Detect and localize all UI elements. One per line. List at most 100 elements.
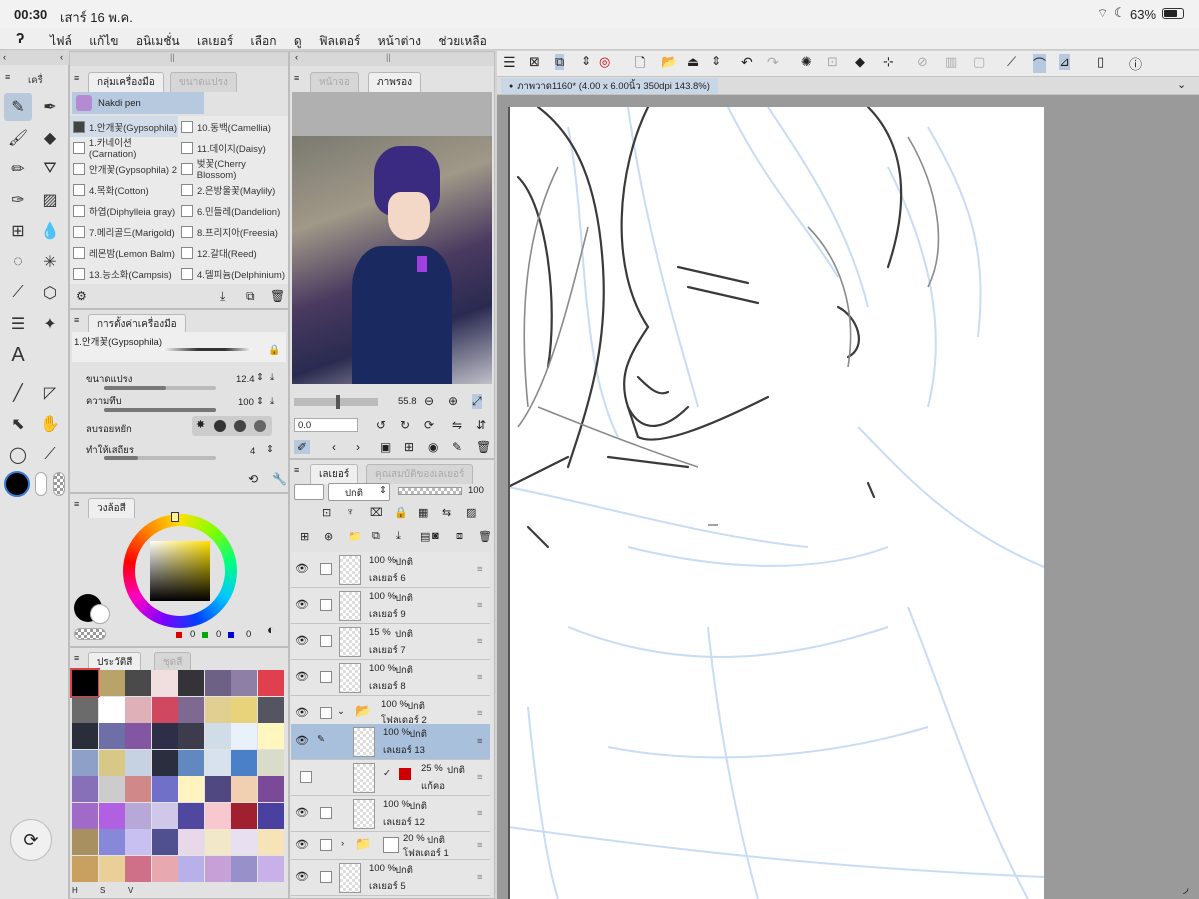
new-file-icon[interactable]: 🗋 (635, 54, 645, 76)
menu-icon[interactable]: ≡ (74, 315, 79, 325)
layer-row-selected[interactable]: 👁 ✎ 100 % ปกติ เลเยอร์ 13 ≡ (291, 724, 490, 760)
color-swatch[interactable] (231, 802, 257, 829)
undo-icon[interactable]: ↶ (741, 54, 753, 71)
deselect-icon[interactable]: ⊘ (917, 54, 928, 70)
clip-icon[interactable]: ⌧ (370, 506, 383, 519)
drag-handle-icon[interactable]: ≡ (477, 872, 483, 883)
color-swatch[interactable] (231, 829, 257, 855)
next-icon[interactable]: › (356, 440, 360, 454)
clear-icon[interactable]: ⊡ (827, 54, 838, 70)
spiral-icon[interactable]: ◎ (599, 54, 610, 70)
drag-handle-icon[interactable]: ≡ (477, 772, 483, 783)
chevron-down-icon[interactable]: ⌄ (337, 706, 345, 717)
color-swatch[interactable] (231, 776, 257, 802)
toolbar-icon[interactable]: ⊡ (322, 506, 331, 519)
color-swatch[interactable] (72, 723, 98, 749)
antialias-none-icon[interactable]: ✸ (196, 418, 205, 431)
brush-item[interactable]: 8.프리지아(Freesia) (178, 221, 286, 242)
eye-icon[interactable]: 👁 (295, 598, 309, 611)
pressure-icon[interactable]: ⤓ (270, 372, 274, 383)
tab-subtool-group[interactable]: กลุ่มเครื่องมือ (88, 72, 164, 92)
tab-layer-properties[interactable]: คุณสมบัติของเลเยอร์ (366, 464, 474, 484)
color-swatch[interactable] (151, 670, 178, 696)
tab-brush-size[interactable]: ขนาดแปรง (170, 72, 237, 92)
eye-icon[interactable]: 👁 (295, 870, 309, 883)
drag-handle-icon[interactable]: ≡ (477, 808, 483, 819)
tab-tool[interactable]: เครื่ (28, 73, 43, 88)
color-swatch[interactable] (98, 696, 125, 723)
color-swatch[interactable] (72, 855, 98, 882)
zoom-in-icon[interactable]: ⊕ (448, 394, 458, 408)
brush-item[interactable]: 7.메리골드(Marigold) (70, 221, 178, 242)
layer-row[interactable]: 👁 100 % ปกติ เลเยอร์ 8 ≡ (291, 660, 490, 696)
size-slider[interactable] (104, 386, 216, 390)
gradient-tool-button[interactable]: ▨ (36, 186, 64, 214)
grid-tool-button[interactable]: ⊞ (4, 217, 32, 245)
pencil-tool-button[interactable]: ✏ (4, 155, 32, 183)
color-swatch[interactable] (178, 696, 204, 723)
app-logo-icon[interactable]: ʔ (16, 30, 24, 47)
layer-row[interactable]: 👁 100 % ปกติ เลเยอร์ 6 ≡ (291, 552, 490, 588)
fill-tool-button[interactable]: ⛛ (36, 155, 64, 183)
color-swatch[interactable] (98, 802, 125, 829)
checkbox-icon[interactable] (320, 707, 332, 719)
sparkle-tool-button[interactable]: ✦ (36, 310, 64, 338)
checkbox-icon[interactable] (320, 563, 332, 575)
color-swatch[interactable] (257, 776, 284, 802)
menu-icon[interactable]: ≡ (294, 73, 299, 83)
hamburger-icon[interactable]: ☰ (503, 54, 516, 71)
color-swatch[interactable] (178, 670, 204, 696)
color-swatch[interactable] (72, 776, 98, 802)
tab-layers[interactable]: เลเยอร์ (310, 464, 359, 484)
eye-icon[interactable]: 👁 (295, 634, 309, 647)
frame-tool-button[interactable]: ◸ (36, 379, 64, 407)
color-swatch[interactable] (204, 670, 231, 696)
menu-file[interactable]: ไฟล์ (50, 32, 72, 51)
color-swatch[interactable] (204, 829, 231, 855)
brush-item[interactable]: 하엽(Diphylleia gray) (70, 200, 178, 221)
palm-tree-icon[interactable]: ♆ (346, 506, 354, 518)
collapse-icon[interactable]: ‹ (3, 52, 6, 63)
lock-alpha-icon[interactable]: ▦ (418, 506, 428, 519)
collapse-icon[interactable]: ‹ (295, 52, 298, 63)
brush-item[interactable]: 4.목화(Cotton) (70, 179, 178, 200)
brush-item[interactable]: 1.카네이션(Carnation) (70, 137, 178, 160)
hue-ring[interactable] (123, 512, 237, 628)
blend-tool-button[interactable]: 💧 (36, 217, 64, 245)
transparent-toggle[interactable] (74, 628, 106, 640)
antialias-mid-icon[interactable] (234, 420, 246, 432)
eye-icon[interactable]: 👁 (295, 562, 309, 575)
color-swatch[interactable] (125, 696, 151, 723)
wrench-icon[interactable]: 🔧 (272, 472, 287, 486)
brush-item[interactable]: 4.델피늄(Delphinium) (178, 263, 286, 284)
color-swatch[interactable] (98, 723, 125, 749)
subtool-group-item[interactable]: Nakdi pen (72, 92, 204, 114)
menu-icon[interactable]: ≡ (5, 72, 10, 82)
brush-item[interactable]: 안개꽃(Gypsophila) 2 (70, 158, 178, 179)
brush-item[interactable]: 12.갈대(Reed) (178, 242, 286, 263)
copy-layer-icon[interactable]: ⧉ (372, 530, 380, 543)
hand-tool-button[interactable]: ✋ (36, 410, 64, 438)
folder-row[interactable]: 👁 › 📁 20 % ปกติ โฟลเดอร์ 1 ≡ (291, 832, 490, 860)
new-folder-icon[interactable]: 📁 (348, 530, 362, 543)
color-swatch[interactable] (231, 696, 257, 723)
color-swatch[interactable] (257, 855, 284, 882)
invert-selection-icon[interactable]: ▥ (945, 54, 957, 70)
stabilizer-slider[interactable] (104, 456, 216, 460)
special-ruler-snap-icon[interactable]: ⌒ (1033, 54, 1047, 73)
merge-down-icon[interactable]: ⤓ (396, 530, 401, 543)
pen-tool-button[interactable]: ✎ (4, 93, 32, 121)
eye-icon[interactable]: 👁 (295, 838, 309, 851)
menu-edit[interactable]: แก้ไข (89, 32, 118, 51)
color-swatch[interactable] (125, 723, 151, 749)
loading-icon[interactable]: ✺ (801, 54, 812, 70)
layer-row[interactable]: 👁 15 % ปกติ เลเยอร์ 7 ≡ (291, 624, 490, 660)
color-swatch[interactable] (72, 696, 98, 723)
main-color-swatch[interactable] (4, 471, 30, 497)
color-swatch[interactable] (98, 855, 125, 882)
pen-line-tool-button[interactable]: ✑ (4, 186, 32, 214)
color-swatch[interactable] (204, 723, 231, 749)
checkbox-icon[interactable] (320, 599, 332, 611)
layer-row[interactable]: 👁 100 % ปกติ เลเยอร์ 5 ≡ (291, 860, 490, 896)
opacity-slider[interactable] (104, 408, 216, 412)
